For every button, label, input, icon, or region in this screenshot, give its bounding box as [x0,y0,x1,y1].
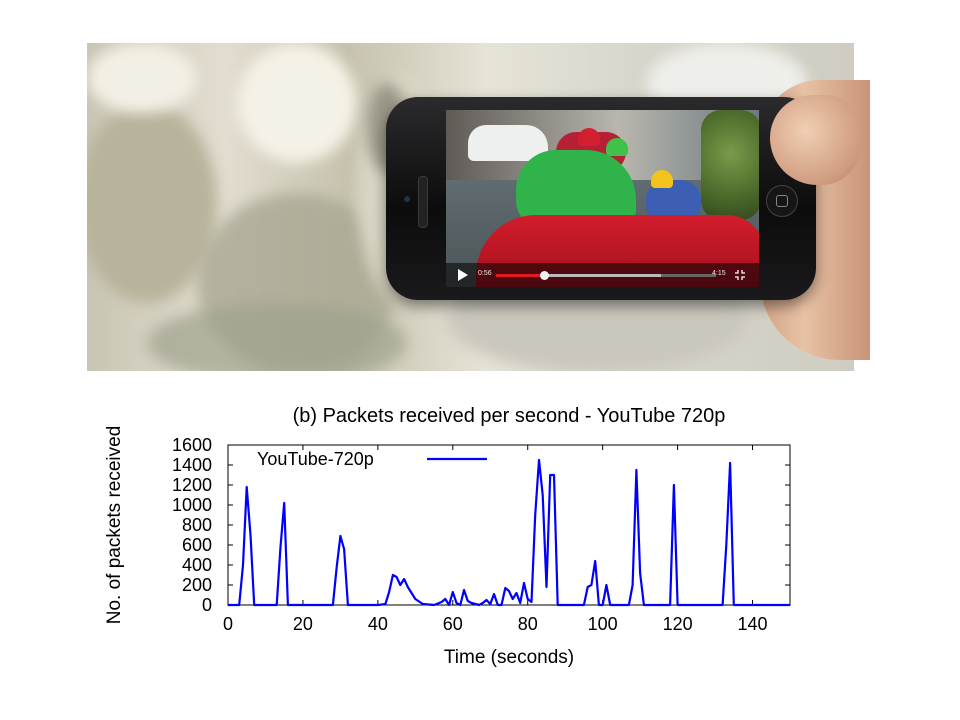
x-tick-label: 120 [663,614,693,634]
chart-title: (b) Packets received per second - YouTub… [293,405,726,427]
legend-label: YouTube-720p [257,449,374,469]
y-tick-label: 1200 [172,475,212,495]
y-tick-label: 0 [202,595,212,615]
packets-chart: (b) Packets received per second - YouTub… [104,405,791,668]
y-tick-label: 800 [182,515,212,535]
y-tick-label: 1000 [172,495,212,515]
plot-frame [227,444,791,606]
x-axis-label: Time (seconds) [444,647,574,668]
x-tick-label: 100 [588,614,618,634]
y-tick-label: 400 [182,555,212,575]
x-tick-label: 80 [518,614,538,634]
y-tick-label: 600 [182,535,212,555]
x-tick-label: 40 [368,614,388,634]
y-tick-label: 1400 [172,455,212,475]
y-axis-label: No. of packets received [104,426,125,625]
y-tick-label: 200 [182,575,212,595]
x-tick-label: 140 [738,614,768,634]
series-line [228,458,790,607]
y-tick-label: 1600 [172,435,212,455]
x-tick-label: 20 [293,614,313,634]
x-tick-label: 0 [223,614,233,634]
x-tick-label: 60 [443,614,463,634]
